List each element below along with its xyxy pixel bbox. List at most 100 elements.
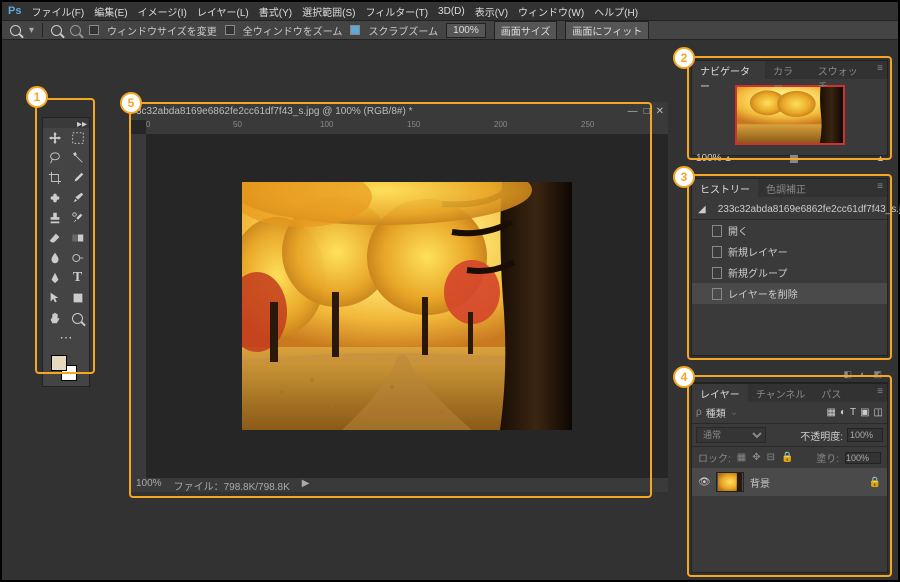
history-item[interactable]: レイヤーを削除: [692, 283, 887, 304]
tab-history[interactable]: ヒストリー: [692, 179, 758, 197]
menu-select[interactable]: 選択範囲(S): [302, 4, 355, 19]
menu-layer[interactable]: レイヤー(L): [197, 4, 249, 19]
history-item[interactable]: 開く: [692, 220, 887, 241]
zoom-all-checkbox[interactable]: [225, 25, 235, 35]
panel-dock-icons: ◧ ◐ ◩: [691, 369, 888, 383]
menu-filter[interactable]: フィルター(T): [365, 4, 428, 19]
dock-icon[interactable]: ◧: [844, 369, 853, 382]
visibility-icon[interactable]: 👁: [698, 477, 710, 488]
menu-edit[interactable]: 編集(E): [94, 4, 127, 19]
layer-name[interactable]: 背景: [750, 475, 770, 490]
document-icon: [712, 246, 722, 258]
type-tool[interactable]: T: [66, 268, 89, 288]
panel-menu-icon[interactable]: ≡: [873, 179, 887, 197]
filter-adjust-icon[interactable]: ◐: [840, 407, 846, 418]
blur-tool[interactable]: [43, 248, 66, 268]
gradient-tool[interactable]: [66, 228, 89, 248]
zoom-status[interactable]: 100%: [136, 478, 162, 492]
document-tab[interactable]: 3c32abda8169e6862fe2cc61df7f43_s.jpg @ 1…: [130, 102, 668, 120]
wand-tool[interactable]: [66, 148, 89, 168]
snapshot-name[interactable]: 233c32abda8169e6862fe2cc61df7f43_s.jpg: [718, 204, 900, 215]
zoom-in-small-icon[interactable]: ▴: [878, 153, 883, 164]
eyedropper-tool[interactable]: [66, 168, 89, 188]
navigator-zoom[interactable]: 100%: [696, 153, 722, 164]
zoom-slider[interactable]: [735, 158, 874, 160]
menu-3d[interactable]: 3D(D): [438, 6, 465, 17]
filter-type-icon[interactable]: T: [850, 407, 856, 418]
fill-input[interactable]: [845, 452, 881, 464]
brush-tool[interactable]: [66, 188, 89, 208]
opacity-input[interactable]: [847, 428, 883, 442]
zoom-100-button[interactable]: 100%: [446, 23, 486, 38]
zoom-out-icon[interactable]: [70, 25, 81, 36]
tab-channels[interactable]: チャンネル: [748, 384, 814, 402]
dodge-tool[interactable]: [66, 248, 89, 268]
hand-tool[interactable]: [43, 308, 66, 328]
filter-kind-label[interactable]: 種類: [706, 405, 726, 420]
collapse-icon[interactable]: ▸▸: [77, 119, 87, 127]
crop-tool[interactable]: [43, 168, 66, 188]
panel-menu-icon[interactable]: ≡: [873, 384, 887, 402]
lock-pixels-icon[interactable]: ▦: [737, 452, 746, 463]
menu-help[interactable]: ヘルプ(H): [594, 4, 638, 19]
vertical-ruler: [130, 134, 146, 478]
lock-position-icon[interactable]: ✥: [752, 452, 760, 463]
menu-window[interactable]: ウィンドウ(W): [518, 4, 584, 19]
shape-tool[interactable]: [66, 288, 89, 308]
lasso-tool[interactable]: [43, 148, 66, 168]
maximize-icon[interactable]: □: [644, 106, 650, 117]
lock-artboard-icon[interactable]: ⊟: [767, 452, 775, 463]
edit-toolbar[interactable]: ⋯: [43, 328, 89, 348]
fit-screen-button[interactable]: 画面サイズ: [494, 21, 558, 40]
history-brush-tool[interactable]: [66, 208, 89, 228]
menu-type[interactable]: 書式(Y): [259, 4, 292, 19]
tab-swatches[interactable]: スウォッチ: [810, 61, 874, 79]
tab-layers[interactable]: レイヤー: [692, 384, 748, 402]
status-bar: 100% ファイル：798.8K/798.8K ▶: [130, 478, 668, 492]
minimize-icon[interactable]: —: [628, 106, 638, 117]
scrubby-zoom-checkbox[interactable]: [350, 25, 360, 35]
marquee-tool[interactable]: [66, 128, 89, 148]
tab-navigator[interactable]: ナビゲーター: [692, 61, 765, 79]
foreground-color[interactable]: [51, 355, 67, 371]
tab-adjustments[interactable]: 色調補正: [758, 179, 814, 197]
close-icon[interactable]: ✕: [656, 106, 664, 117]
dock-icon[interactable]: ◐: [860, 369, 865, 382]
fill-screen-button[interactable]: 画面にフィット: [565, 21, 649, 40]
panel-menu-icon[interactable]: ≡: [873, 61, 887, 79]
pen-tool[interactable]: [43, 268, 66, 288]
zoom-out-small-icon[interactable]: ▴: [726, 153, 731, 164]
menu-file[interactable]: ファイル(F): [31, 4, 84, 19]
layer-row[interactable]: 👁 背景 🔒: [692, 468, 887, 496]
color-swatches[interactable]: [43, 352, 89, 386]
dock-icon[interactable]: ◩: [873, 369, 882, 382]
file-status[interactable]: ファイル：798.8K/798.8K: [174, 478, 290, 492]
filter-smart-icon[interactable]: ◫: [874, 407, 883, 418]
filter-pixel-icon[interactable]: ▦: [826, 407, 835, 418]
menu-image[interactable]: イメージ(I): [138, 4, 187, 19]
navigator-thumbnail[interactable]: [735, 85, 845, 145]
tab-color[interactable]: カラー: [765, 61, 810, 79]
resize-window-checkbox[interactable]: [89, 25, 99, 35]
zoom-in-icon[interactable]: [51, 25, 62, 36]
menu-view[interactable]: 表示(V): [475, 4, 508, 19]
blend-mode-select[interactable]: 通常: [696, 427, 766, 443]
heal-tool[interactable]: [43, 188, 66, 208]
lock-all-icon[interactable]: 🔒: [781, 452, 793, 463]
annotation-badge-2: 2: [673, 47, 695, 69]
resize-window-label: ウィンドウサイズを変更: [107, 23, 217, 38]
layer-thumbnail[interactable]: [716, 472, 744, 492]
path-select-tool[interactable]: [43, 288, 66, 308]
zoom-tool[interactable]: [66, 308, 89, 328]
filter-shape-icon[interactable]: ▣: [860, 407, 869, 418]
canvas[interactable]: [146, 134, 668, 478]
document-icon: [712, 225, 722, 237]
history-item[interactable]: 新規グループ: [692, 262, 887, 283]
eraser-tool[interactable]: [43, 228, 66, 248]
zoom-tool-icon[interactable]: [10, 25, 21, 36]
tab-paths[interactable]: パス: [813, 384, 849, 402]
stamp-tool[interactable]: [43, 208, 66, 228]
move-tool[interactable]: [43, 128, 66, 148]
history-item[interactable]: 新規レイヤー: [692, 241, 887, 262]
history-brush-source-icon[interactable]: ◢: [698, 204, 706, 215]
